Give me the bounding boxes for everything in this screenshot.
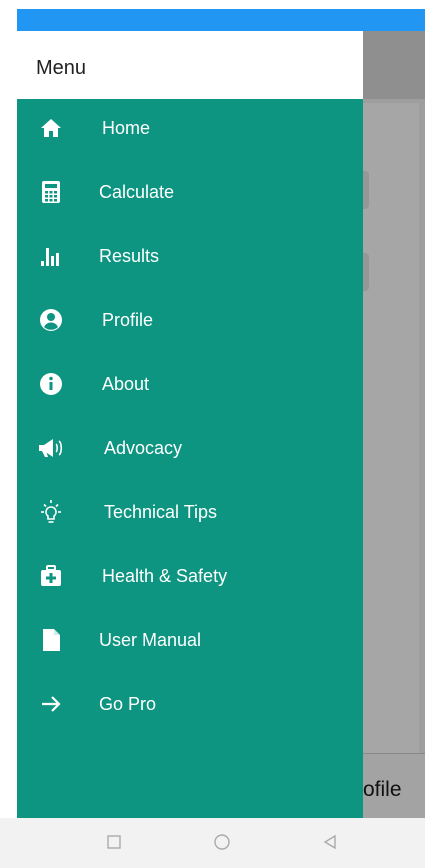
menu-item-technical-tips[interactable]: Technical Tips [17, 488, 363, 540]
menu-item-about[interactable]: About [17, 360, 363, 412]
background-card [363, 171, 369, 209]
background-bottom-nav: ofile [363, 753, 425, 819]
menu-item-profile[interactable]: Profile [17, 296, 363, 348]
arrow-right-icon [37, 690, 65, 718]
account-circle-icon [37, 306, 65, 334]
lightbulb-icon [37, 498, 65, 526]
medical-kit-icon [37, 562, 65, 590]
background-content [363, 103, 419, 775]
home-icon [37, 114, 65, 142]
navigation-drawer: Menu Home Calculate Results Profile Abou… [17, 31, 363, 818]
info-icon [37, 370, 65, 398]
megaphone-icon [37, 434, 65, 462]
menu-item-user-manual[interactable]: User Manual [17, 616, 363, 668]
home-circle-icon[interactable] [212, 832, 232, 852]
drawer-title: Menu [36, 57, 87, 79]
back-triangle-icon[interactable] [320, 832, 340, 852]
menu-item-label: Technical Tips [104, 502, 218, 522]
bottom-tab-profile-label: ofile [363, 778, 402, 801]
menu-item-label: Home [102, 118, 151, 138]
menu-item-calculate[interactable]: Calculate [17, 168, 363, 220]
menu-item-label: User Manual [99, 630, 202, 650]
menu-item-label: About [102, 374, 150, 394]
background-card [363, 253, 369, 291]
menu-item-label: Profile [102, 310, 154, 330]
menu-item-health-safety[interactable]: Health & Safety [17, 552, 363, 604]
drawer-header: Menu [17, 31, 363, 99]
calculator-icon [37, 178, 65, 206]
status-bar [17, 9, 425, 31]
menu-item-advocacy[interactable]: Advocacy [17, 424, 363, 476]
menu-item-go-pro[interactable]: Go Pro [17, 680, 363, 732]
background-app-scrim[interactable]: ofile [363, 31, 425, 819]
menu-item-label: Results [99, 246, 160, 266]
bar-chart-icon [37, 242, 65, 270]
menu-item-label: Calculate [99, 182, 175, 202]
document-icon [37, 626, 65, 654]
menu-item-results[interactable]: Results [17, 232, 363, 284]
menu-item-label: Advocacy [104, 438, 183, 458]
menu-item-label: Go Pro [99, 694, 157, 714]
system-navigation-bar [0, 818, 425, 868]
background-toolbar [363, 31, 425, 99]
menu-item-home[interactable]: Home [17, 104, 363, 156]
recent-apps-icon[interactable] [104, 832, 124, 852]
menu-item-label: Health & Safety [102, 566, 228, 586]
